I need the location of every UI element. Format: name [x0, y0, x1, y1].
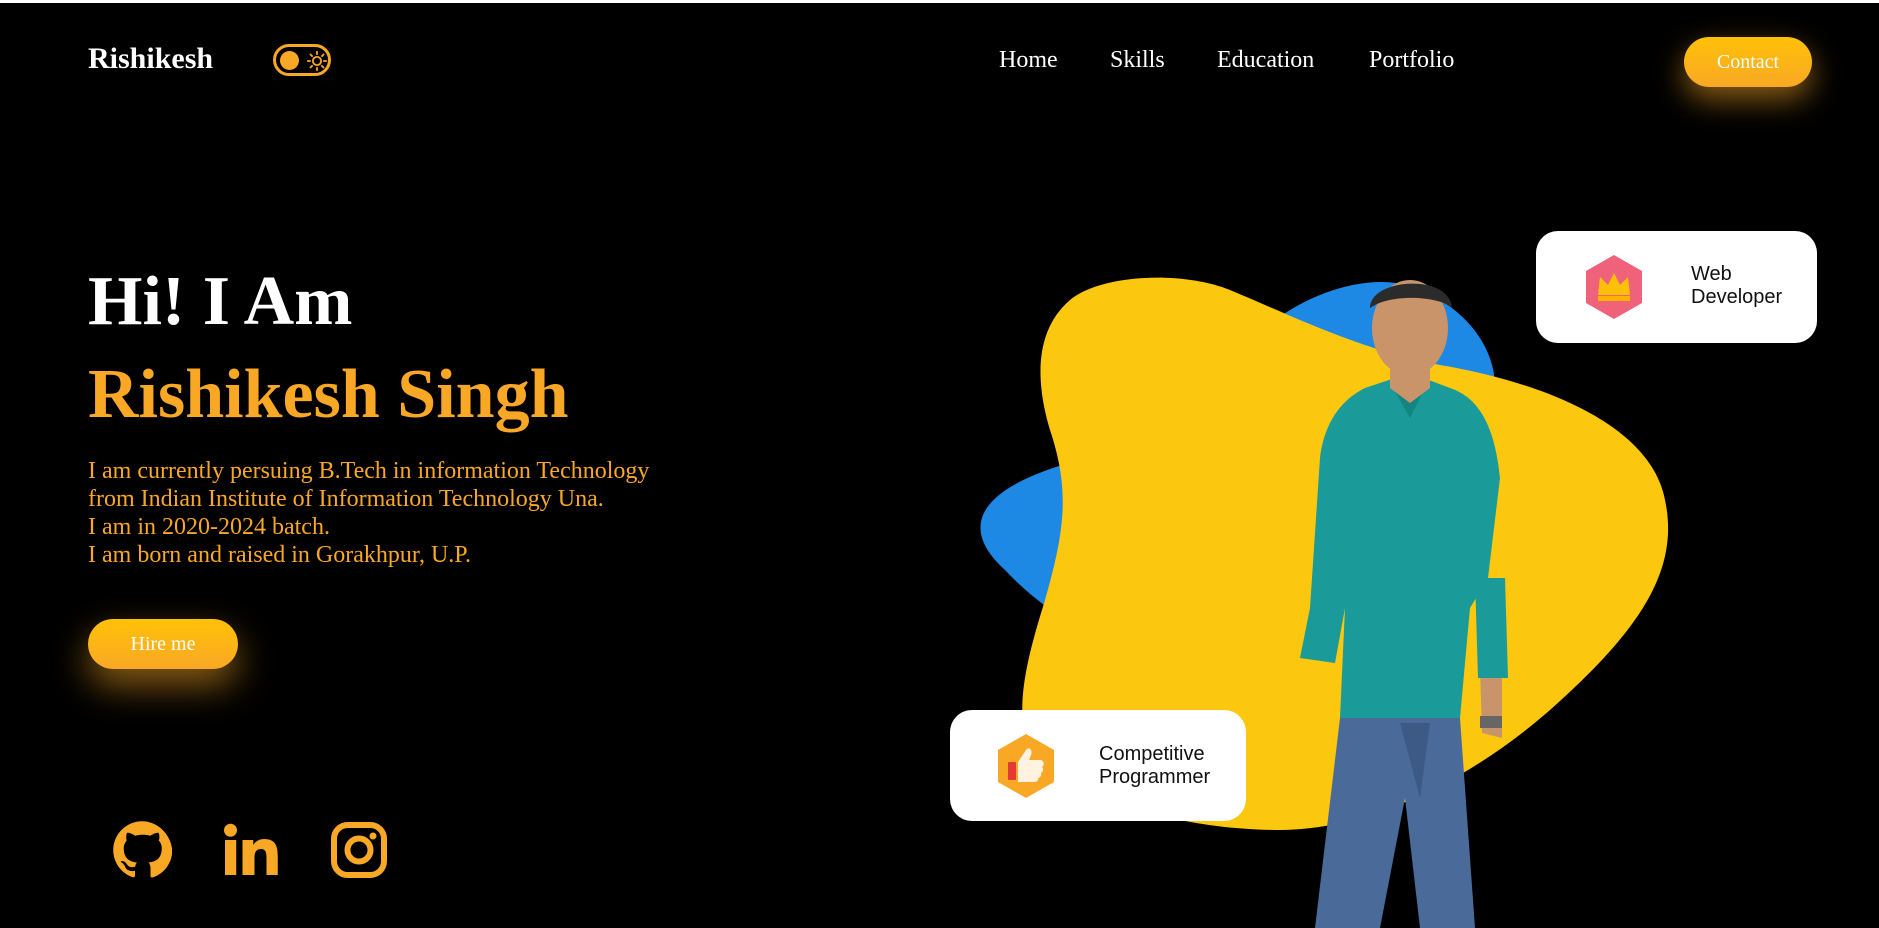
linkedin-icon[interactable]	[220, 820, 280, 880]
nav-portfolio[interactable]: Portfolio	[1369, 47, 1454, 74]
sun-icon	[306, 50, 328, 72]
theme-toggle[interactable]	[273, 44, 331, 76]
hero-name: Rishikesh Singh	[88, 356, 569, 433]
bio-line: I am currently persuing B.Tech in inform…	[88, 458, 650, 484]
card-competitive-programmer: Competitive Programmer	[950, 710, 1246, 821]
brand-logo[interactable]: Rishikesh	[88, 42, 213, 76]
thumbs-up-icon	[998, 734, 1054, 798]
bio-line: I am in 2020-2024 batch.	[88, 514, 330, 540]
nav-education[interactable]: Education	[1217, 47, 1314, 74]
nav-home[interactable]: Home	[999, 47, 1058, 74]
hero-greeting: Hi! I Am	[88, 263, 353, 340]
hero-bio: I am currently persuing B.Tech in inform…	[88, 457, 728, 569]
card-web-developer: Web Developer	[1536, 231, 1817, 343]
contact-button[interactable]: Contact	[1684, 37, 1812, 87]
nav-skills[interactable]: Skills	[1110, 47, 1165, 74]
github-icon[interactable]	[112, 820, 172, 880]
bio-line: from Indian Institute of Information Tec…	[88, 486, 604, 512]
toggle-knob	[280, 51, 299, 70]
top-border	[0, 0, 1879, 3]
card-cp-label: Competitive Programmer	[1099, 743, 1211, 788]
instagram-icon[interactable]	[329, 820, 389, 880]
crown-icon	[1586, 255, 1642, 319]
bio-line: I am born and raised in Gorakhpur, U.P.	[88, 542, 471, 568]
profile-photo	[1300, 280, 1508, 928]
hire-me-button[interactable]: Hire me	[88, 619, 238, 669]
card-web-label: Web Developer	[1691, 263, 1783, 308]
